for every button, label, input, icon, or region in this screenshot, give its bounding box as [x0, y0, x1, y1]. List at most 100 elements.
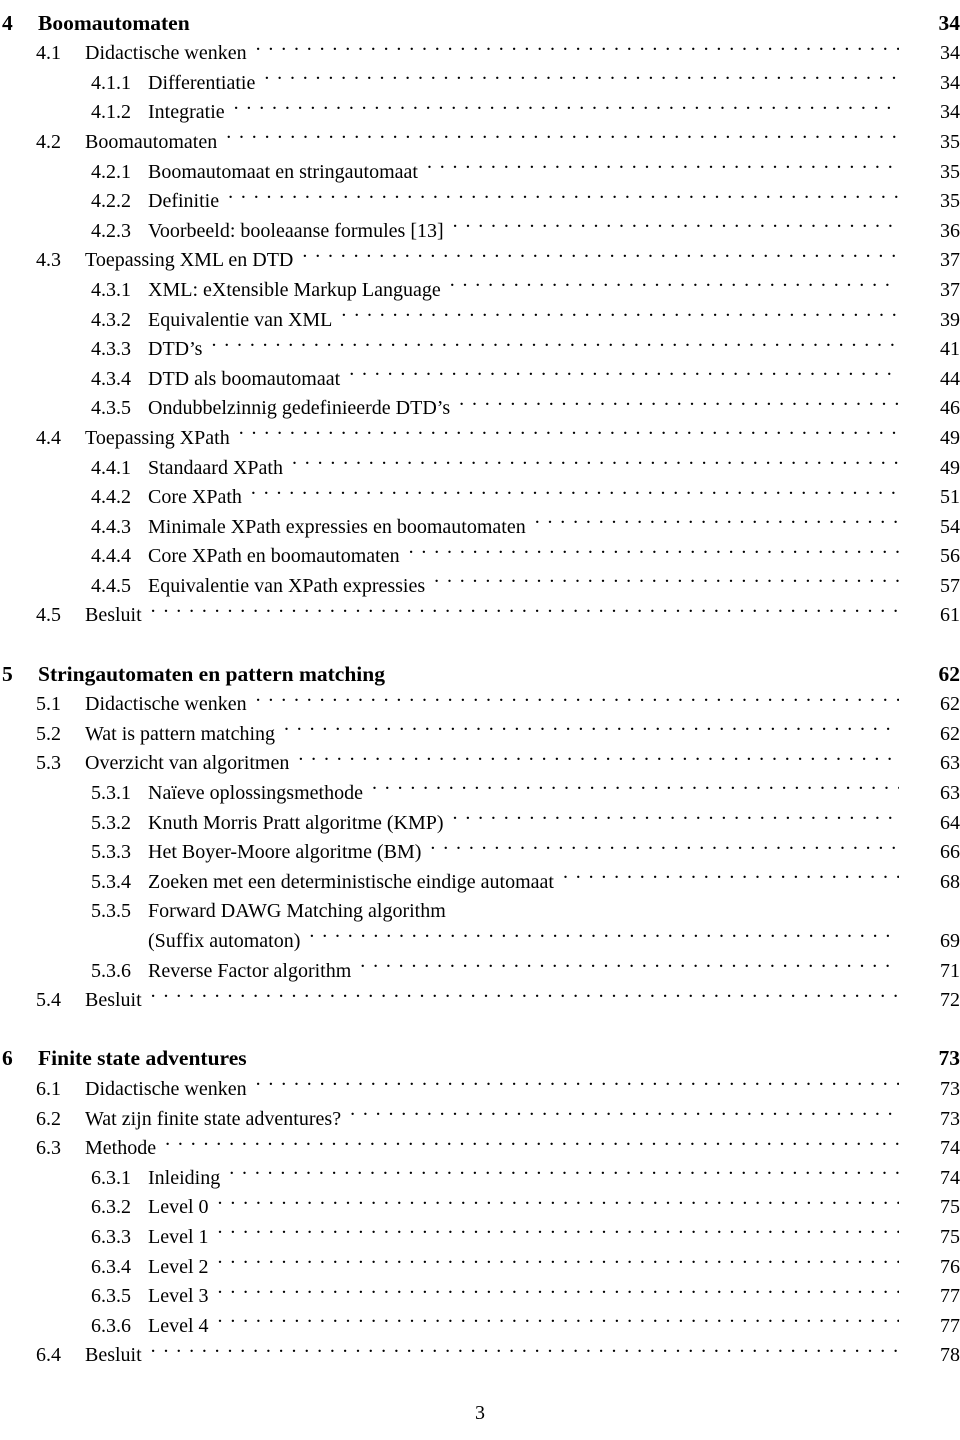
toc-dot-leader	[264, 59, 899, 89]
toc-entry-page-number: 54	[940, 515, 960, 538]
toc-entry-page-number: 75	[940, 1196, 960, 1219]
toc-entry-number: 4.4.3	[91, 515, 131, 538]
toc-entry-number: 5.4	[36, 989, 61, 1012]
toc-entry-page-number: 73	[940, 1077, 960, 1100]
toc-dot-leader	[218, 1273, 899, 1303]
toc-entry-page-number: 34	[938, 10, 960, 35]
toc-dot-leader	[151, 1332, 899, 1362]
toc-entry-title: Toepassing XML en DTD	[85, 249, 294, 272]
toc-entry-page-number: 51	[940, 486, 960, 509]
toc-dot-leader	[256, 681, 899, 711]
toc-entry-number: 6.3	[36, 1137, 61, 1160]
toc-entry-title: Didactische wenken	[85, 693, 247, 716]
toc-dot-leader	[372, 769, 899, 799]
toc-entry-title: Level 1	[148, 1225, 209, 1248]
toc-entry-number: 5	[2, 661, 13, 686]
toc-dot-leader	[349, 355, 899, 385]
toc-entry-page-number: 46	[940, 397, 960, 420]
toc-dot-leader	[427, 148, 899, 178]
toc-entry-number: 6	[2, 1046, 13, 1071]
toc-dot-leader	[234, 89, 899, 119]
toc-dot-leader	[292, 444, 899, 474]
toc-entry-title: Finite state adventures	[38, 1046, 247, 1071]
toc-entry-number: 5.3.4	[91, 870, 131, 893]
toc-entry-number: 5.3.3	[91, 841, 131, 864]
toc-dot-leader	[218, 1243, 899, 1273]
toc-dot-leader	[434, 562, 899, 592]
toc-entry-page-number: 49	[940, 426, 960, 449]
toc-dot-leader	[190, 0, 897, 30]
toc-entry-number: 6.3.3	[91, 1225, 131, 1248]
toc-entry-page-number: 63	[940, 782, 960, 805]
toc-entry-page-number: 39	[940, 308, 960, 331]
toc-entry-page-number: 57	[940, 574, 960, 597]
toc-entry-page-number: 76	[940, 1255, 960, 1278]
toc-entry-title: Core XPath	[148, 486, 242, 509]
toc-entry[interactable]: 4 Boomautomaten 34	[0, 0, 960, 35]
toc-dot-leader	[218, 1213, 899, 1243]
toc-dot-leader	[298, 740, 899, 770]
toc-dot-leader	[218, 1302, 899, 1332]
toc-dot-leader	[239, 414, 899, 444]
toc-entry-title: Level 0	[148, 1196, 209, 1219]
toc-entry-number: 4.4.1	[91, 456, 131, 479]
toc-dot-leader	[309, 917, 899, 947]
toc-entry-title: Toepassing XPath	[85, 426, 230, 449]
toc-entry-title: Boomautomaten	[85, 130, 218, 153]
toc-dot-leader	[453, 207, 899, 237]
toc-entry-number: 4.2	[36, 130, 61, 153]
toc-dot-leader	[229, 1154, 899, 1184]
toc-dot-leader	[226, 118, 899, 148]
toc-entry-number: 4.3.5	[91, 397, 131, 420]
toc-dot-leader	[350, 1095, 899, 1125]
toc-entry-page-number: 35	[940, 160, 960, 183]
toc-dot-leader	[151, 977, 899, 1007]
toc-dot-leader	[430, 829, 899, 859]
toc-dot-leader	[211, 326, 899, 356]
toc-entry-page-number: 34	[940, 42, 960, 65]
toc-dot-leader	[218, 1184, 899, 1214]
toc-dot-leader	[459, 385, 899, 415]
toc-entry-number: 4.3.1	[91, 278, 131, 301]
toc-dot-leader	[165, 1125, 899, 1155]
toc-dot-leader	[251, 474, 899, 504]
toc-entry-title: Didactische wenken	[85, 42, 247, 65]
toc-entry-number: 4	[2, 10, 13, 35]
toc-entry-title: Integratie	[148, 101, 225, 124]
toc-entry-number: 4.3	[36, 249, 61, 272]
toc-entry[interactable]: 6 Finite state adventures 73	[0, 1036, 960, 1070]
toc-entry-title: Besluit	[85, 989, 142, 1012]
toc-entry-number: 4.1.2	[91, 101, 131, 124]
toc-entry-title: Besluit	[85, 604, 142, 627]
toc-entry-number: 5.2	[36, 722, 61, 745]
toc-entry-page-number: 63	[940, 752, 960, 775]
toc-entry-number: 4.1	[36, 42, 61, 65]
toc-entry-title: Boomautomaten	[38, 10, 190, 35]
toc-entry-page-number: 77	[940, 1314, 960, 1337]
toc-entry-number: 6.2	[36, 1107, 61, 1130]
toc-entry-number: 4.3.3	[91, 338, 131, 361]
toc-entry-page-number: 41	[940, 338, 960, 361]
toc-dot-leader	[284, 710, 899, 740]
toc-entry-title: Methode	[85, 1137, 157, 1160]
toc-dot-leader	[409, 533, 899, 563]
toc-entry-number: 4.3.2	[91, 308, 131, 331]
toc-entry[interactable]: 5 Stringautomaten en pattern matching 62	[0, 651, 960, 686]
toc-entry-number: 6.3.6	[91, 1314, 131, 1337]
toc-entry-number: 6.4	[36, 1344, 61, 1367]
toc-entry-page-number: 69	[940, 930, 960, 952]
toc-entry-page-number: 35	[940, 130, 960, 153]
toc-dot-leader	[228, 178, 899, 208]
toc-entry-title: Core XPath en boomautomaten	[148, 545, 400, 568]
toc-entry-number: 4.4.4	[91, 545, 131, 568]
toc-dot-leader	[535, 503, 899, 533]
toc-entry-page-number: 73	[940, 1107, 960, 1130]
toc-entry-page-number: 37	[940, 249, 960, 272]
toc-entry-page-number: 72	[940, 989, 960, 1012]
toc-entry-title: Didactische wenken	[85, 1077, 247, 1100]
toc-dot-leader	[563, 858, 899, 888]
toc-entry[interactable]: 5.3.6Reverse Factor algorithm71	[0, 947, 960, 982]
toc-entry-title: Level 3	[148, 1285, 209, 1308]
toc-entry-number: 4.3.4	[91, 367, 131, 390]
toc-entry-title: DTD als boomautomaat	[148, 367, 341, 390]
